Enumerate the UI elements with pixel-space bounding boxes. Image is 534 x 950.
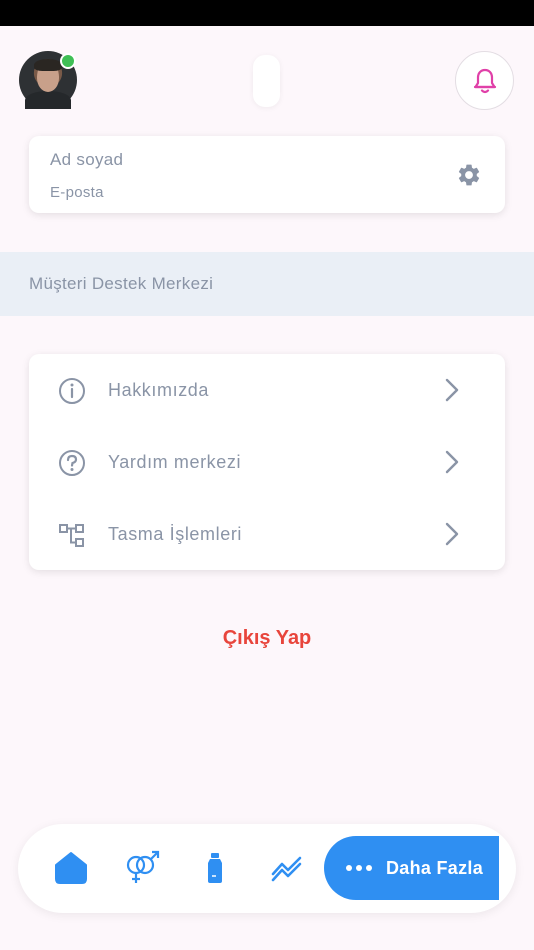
logout-button[interactable]: Çıkış Yap bbox=[0, 627, 534, 650]
profile-name: Ad soyad bbox=[50, 150, 124, 169]
nav-bottle[interactable] bbox=[195, 848, 235, 888]
gender-icon bbox=[126, 850, 160, 883]
section-header: Müşteri Destek Merkezi bbox=[0, 252, 534, 316]
more-icon bbox=[346, 865, 372, 871]
menu-item-leash-operations[interactable]: Tasma İşlemleri bbox=[29, 498, 505, 570]
nav-chart[interactable] bbox=[267, 848, 307, 888]
notifications-button[interactable] bbox=[455, 51, 514, 110]
menu-item-label: Hakkımızda bbox=[108, 380, 210, 400]
menu-item-about[interactable]: Hakkımızda bbox=[29, 354, 505, 426]
status-bar bbox=[0, 0, 534, 26]
avatar-hair bbox=[34, 59, 62, 71]
nav-gender[interactable] bbox=[123, 848, 163, 888]
help-icon bbox=[59, 450, 85, 476]
more-button[interactable]: Daha Fazla bbox=[324, 836, 499, 900]
chevron-right-icon bbox=[445, 522, 459, 546]
home-icon bbox=[55, 852, 87, 884]
info-icon bbox=[59, 378, 85, 404]
online-status-dot bbox=[60, 53, 76, 69]
more-label: Daha Fazla bbox=[386, 857, 484, 878]
gear-icon[interactable] bbox=[456, 162, 482, 188]
section-title: Müşteri Destek Merkezi bbox=[29, 274, 214, 293]
bottom-nav: Daha Fazla bbox=[18, 824, 516, 913]
chart-icon bbox=[271, 856, 302, 882]
bell-icon bbox=[473, 68, 496, 93]
avatar-shoulders bbox=[25, 91, 71, 109]
profile-email: E-posta bbox=[50, 184, 104, 201]
nav-home[interactable] bbox=[51, 848, 91, 888]
menu-card: Hakkımızda Yardım merkezi Tasma İşlemler… bbox=[29, 354, 505, 570]
menu-item-label: Tasma İşlemleri bbox=[108, 524, 243, 544]
menu-item-help-center[interactable]: Yardım merkezi bbox=[29, 426, 505, 498]
center-pill bbox=[253, 55, 280, 107]
bottle-icon bbox=[208, 853, 222, 883]
menu-item-label: Yardım merkezi bbox=[108, 452, 242, 472]
profile-card[interactable]: Ad soyad E-posta bbox=[29, 136, 505, 213]
hierarchy-icon bbox=[59, 524, 84, 547]
chevron-right-icon bbox=[445, 378, 459, 402]
chevron-right-icon bbox=[445, 450, 459, 474]
